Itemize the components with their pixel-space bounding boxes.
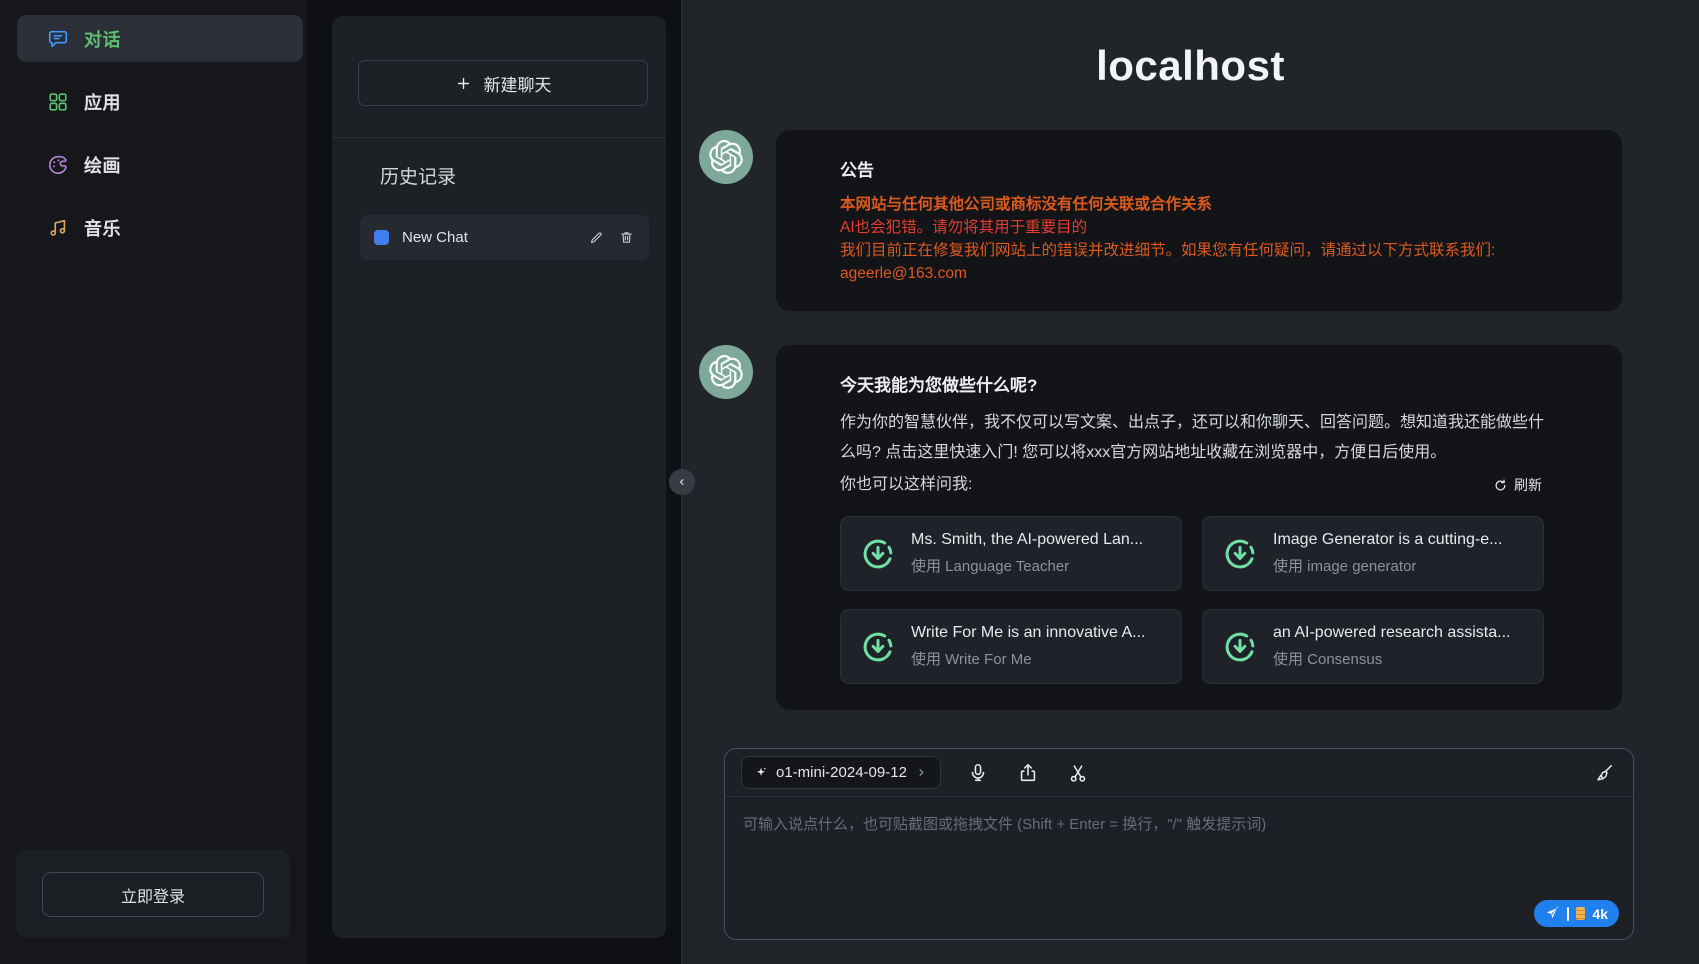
- token-count: 4k: [1592, 906, 1608, 922]
- sidebar-item-apps[interactable]: 应用: [17, 78, 303, 125]
- suggestion-card[interactable]: an AI-powered research assista... 使用 Con…: [1202, 609, 1544, 684]
- assistant-avatar: [699, 130, 753, 184]
- announcement-line: AI也会犯错。请勿将其用于重要目的: [840, 216, 1558, 239]
- new-chat-button[interactable]: 新建聊天: [358, 60, 648, 106]
- sidebar-item-label: 对话: [84, 26, 121, 52]
- suggestion-texts: Write For Me is an innovative A... 使用 Wr…: [911, 624, 1145, 669]
- suggestion-title: Ms. Smith, the AI-powered Lan...: [911, 531, 1143, 549]
- app-grid-icon: [47, 91, 69, 113]
- scissors-icon: [1067, 762, 1089, 784]
- microphone-icon: [967, 762, 989, 784]
- sparkle-icon: [754, 766, 768, 780]
- announcement-email[interactable]: ageerle@163.com: [840, 262, 1558, 285]
- send-icon: [1545, 906, 1560, 921]
- message-bubble: 今天我能为您做些什么呢? 作为你的智慧伙伴，我不仅可以写文案、出点子，还可以和你…: [776, 345, 1622, 710]
- model-label: o1-mini-2024-09-12: [776, 764, 907, 781]
- sidebar: 对话 应用 绘画 音乐 立即登录: [0, 0, 307, 964]
- announcement-heading: 公告: [840, 156, 1558, 181]
- suggestion-card[interactable]: Write For Me is an innovative A... 使用 Wr…: [840, 609, 1182, 684]
- palette-icon: [47, 154, 69, 176]
- panel-divider: [666, 0, 682, 964]
- chat-list-item[interactable]: New Chat: [360, 215, 649, 260]
- suggestion-subtitle: 使用 Language Teacher: [911, 555, 1143, 576]
- upload-button[interactable]: [1015, 760, 1041, 786]
- announcement-line: 本网站与任何其他公司或商标没有任何关联或合作关系: [840, 193, 1558, 216]
- circle-arrow-down-icon: [859, 628, 897, 666]
- upload-icon: [1017, 762, 1039, 784]
- ask-label: 你也可以这样问我:: [840, 470, 972, 500]
- send-token-badge[interactable]: 4k: [1534, 900, 1619, 927]
- circle-arrow-down-icon: [1221, 628, 1259, 666]
- suggestion-texts: an AI-powered research assista... 使用 Con…: [1273, 624, 1510, 669]
- chat-bubble-icon: [47, 28, 69, 50]
- page-title: localhost: [682, 42, 1699, 90]
- assistant-message: 今天我能为您做些什么呢? 作为你的智慧伙伴，我不仅可以写文案、出点子，还可以和你…: [699, 345, 1622, 710]
- circle-arrow-down-icon: [859, 535, 897, 573]
- app-root: 对话 应用 绘画 音乐 立即登录: [0, 0, 1699, 964]
- ask-row: 你也可以这样问我: 刷新: [840, 470, 1542, 500]
- chevron-left-icon: [675, 475, 689, 489]
- music-notes-icon: [47, 217, 69, 239]
- sidebar-item-label: 音乐: [84, 215, 121, 241]
- sidebar-item-drawing[interactable]: 绘画: [17, 141, 303, 188]
- clear-button[interactable]: [1591, 760, 1617, 786]
- chat-list-panel: 新建聊天 历史记录 New Chat: [332, 16, 666, 938]
- history-heading: 历史记录: [380, 162, 666, 189]
- sidebar-item-label: 绘画: [84, 152, 121, 178]
- plus-icon: [455, 75, 472, 92]
- token-coin-icon: [1576, 907, 1585, 920]
- new-chat-label: 新建聊天: [484, 71, 552, 96]
- message-bubble: 公告 本网站与任何其他公司或商标没有任何关联或合作关系 AI也会犯错。请勿将其用…: [776, 130, 1622, 311]
- sidebar-item-music[interactable]: 音乐: [17, 204, 303, 251]
- model-selector[interactable]: o1-mini-2024-09-12: [741, 756, 941, 789]
- input-placeholder: 可输入说点什么，也可贴截图或拖拽文件 (Shift + Enter = 换行，"…: [743, 816, 1266, 833]
- sidebar-item-label: 应用: [84, 89, 121, 115]
- suggestion-texts: Image Generator is a cutting-e... 使用 ima…: [1273, 531, 1502, 576]
- openai-logo-icon: [709, 140, 743, 174]
- conversation-icon: [374, 230, 389, 245]
- login-button[interactable]: 立即登录: [42, 872, 264, 917]
- list-divider: [332, 137, 666, 138]
- microphone-button[interactable]: [965, 760, 991, 786]
- login-panel: 立即登录: [16, 850, 290, 938]
- screenshot-button[interactable]: [1065, 760, 1091, 786]
- circle-arrow-down-icon: [1221, 535, 1259, 573]
- assistant-avatar: [699, 345, 753, 399]
- suggestion-title: an AI-powered research assista...: [1273, 624, 1510, 642]
- openai-logo-icon: [709, 355, 743, 389]
- chevron-right-icon: [915, 766, 928, 779]
- welcome-heading: 今天我能为您做些什么呢?: [840, 371, 1558, 396]
- suggestion-subtitle: 使用 Consensus: [1273, 648, 1510, 669]
- delete-icon[interactable]: [617, 229, 635, 247]
- collapse-sidebar-button[interactable]: [669, 469, 695, 495]
- welcome-body: 作为你的智慧伙伴，我不仅可以写文案、出点子，还可以和你聊天、回答问题。想知道我还…: [840, 408, 1558, 468]
- assistant-message: 公告 本网站与任何其他公司或商标没有任何关联或合作关系 AI也会犯错。请勿将其用…: [699, 130, 1622, 311]
- sidebar-item-chat[interactable]: 对话: [17, 15, 303, 62]
- composer-panel: o1-mini-2024-09-12: [724, 748, 1634, 940]
- suggestion-card[interactable]: Ms. Smith, the AI-powered Lan... 使用 Lang…: [840, 516, 1182, 591]
- suggestion-subtitle: 使用 image generator: [1273, 555, 1502, 576]
- badge-separator: [1567, 907, 1569, 921]
- refresh-icon: [1493, 478, 1508, 493]
- suggestion-texts: Ms. Smith, the AI-powered Lan... 使用 Lang…: [911, 531, 1143, 576]
- suggestion-grid: Ms. Smith, the AI-powered Lan... 使用 Lang…: [840, 516, 1558, 684]
- announcement-line: 我们目前正在修复我们网站上的错误并改进细节。如果您有任何疑问，请通过以下方式联系…: [840, 239, 1558, 262]
- composer-toolbar: o1-mini-2024-09-12: [725, 749, 1633, 796]
- suggestion-subtitle: 使用 Write For Me: [911, 648, 1145, 669]
- suggestion-title: Write For Me is an innovative A...: [911, 624, 1145, 642]
- edit-icon[interactable]: [587, 229, 605, 247]
- chat-main: localhost 公告 本网站与任何其他公司或商标没有任何关联或合作关系 AI…: [682, 0, 1699, 964]
- message-input[interactable]: 可输入说点什么，也可贴截图或拖拽文件 (Shift + Enter = 换行，"…: [725, 797, 1633, 939]
- conversation-title: New Chat: [402, 229, 575, 246]
- message-list: 公告 本网站与任何其他公司或商标没有任何关联或合作关系 AI也会犯错。请勿将其用…: [682, 90, 1699, 744]
- suggestion-card[interactable]: Image Generator is a cutting-e... 使用 ima…: [1202, 516, 1544, 591]
- broom-icon: [1593, 762, 1615, 784]
- suggestion-title: Image Generator is a cutting-e...: [1273, 531, 1502, 549]
- refresh-suggestions-button[interactable]: 刷新: [1493, 475, 1542, 495]
